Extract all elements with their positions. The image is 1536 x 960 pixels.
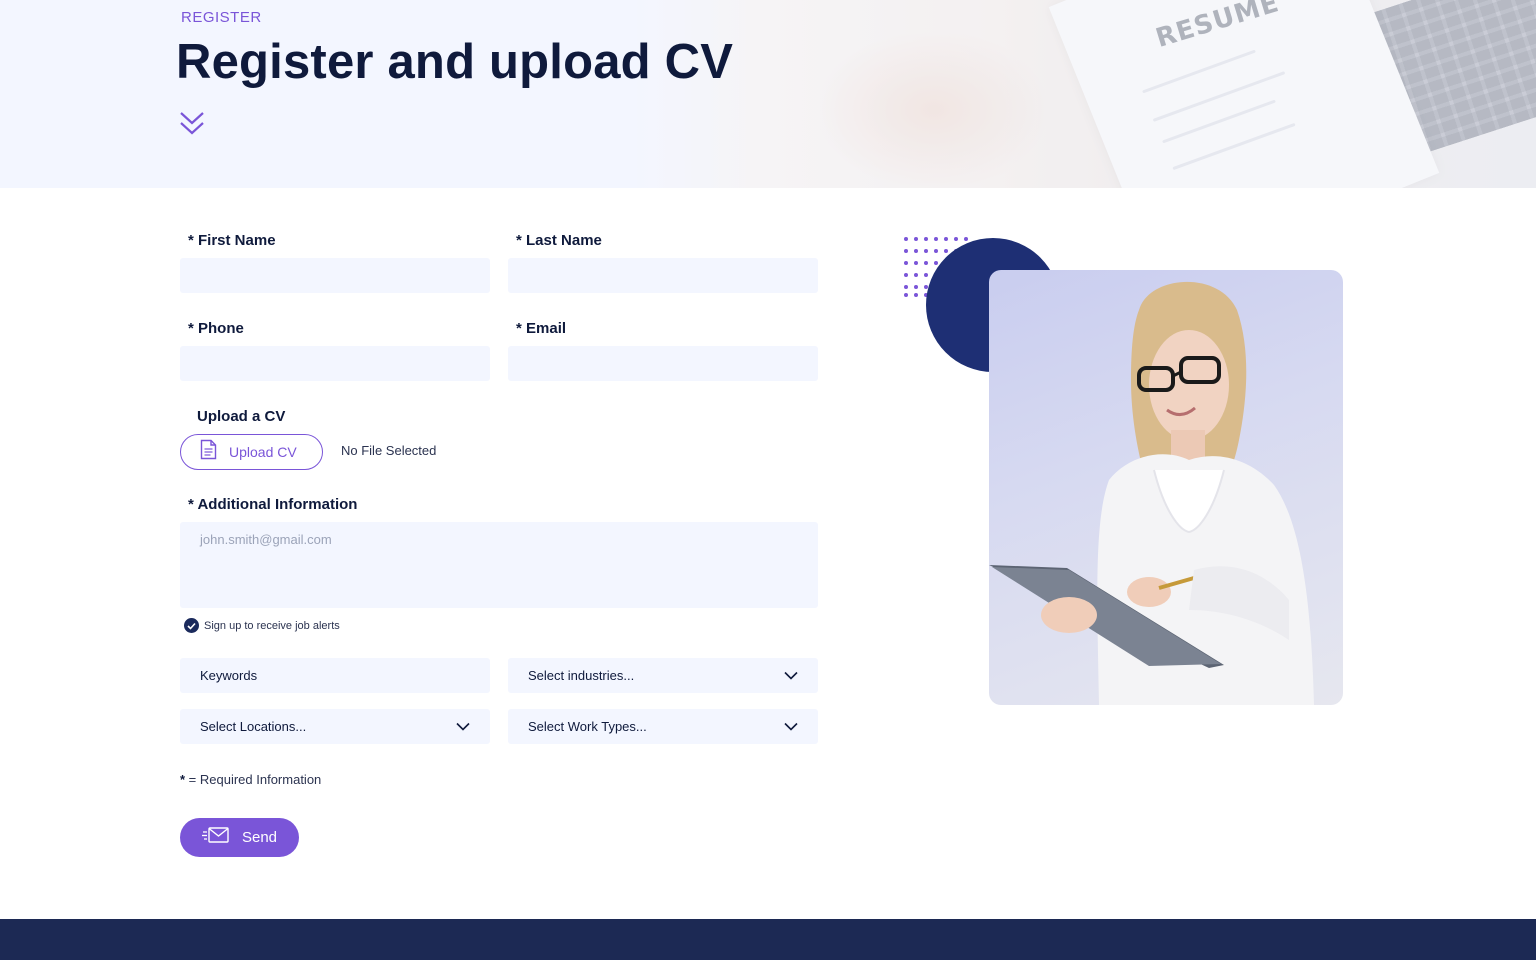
email-label: * Email (516, 320, 567, 337)
additional-info-label: * Additional Information (188, 496, 358, 513)
keywords-label: Keywords (200, 668, 258, 683)
chevron-down-icon (784, 719, 798, 734)
work-types-select[interactable]: Select Work Types... (508, 709, 818, 744)
upload-cv-button-label: Upload CV (229, 444, 297, 460)
breadcrumb-eyebrow: REGISTER (181, 9, 262, 26)
last-name-input[interactable] (508, 258, 818, 293)
locations-select[interactable]: Select Locations... (180, 709, 490, 744)
industries-select[interactable]: Select industries... (508, 658, 818, 693)
upload-cv-button[interactable]: Upload CV (180, 434, 323, 470)
chevron-down-icon (784, 668, 798, 683)
keywords-input[interactable]: Keywords (180, 658, 490, 693)
work-types-select-label: Select Work Types... (528, 719, 647, 734)
first-name-input[interactable] (180, 258, 490, 293)
required-note-text: = Required Information (185, 772, 322, 787)
envelope-send-icon (201, 826, 230, 849)
page-footer (0, 919, 1536, 960)
first-name-label: * First Name (188, 232, 276, 249)
send-button[interactable]: Send (180, 818, 299, 857)
phone-input[interactable] (180, 346, 490, 381)
job-alerts-label: Sign up to receive job alerts (204, 619, 340, 632)
woman-with-clipboard-photo (989, 270, 1343, 705)
send-button-label: Send (241, 829, 278, 846)
hero-background-photo: RESUME (634, 0, 1536, 188)
file-status-text: No File Selected (341, 443, 437, 458)
industries-select-label: Select industries... (528, 668, 635, 683)
page-title: Register and upload CV (176, 35, 734, 89)
last-name-label: * Last Name (516, 232, 602, 249)
document-icon (200, 439, 217, 465)
checkmark-icon (184, 618, 199, 633)
page-hero: RESUME REGISTER Register and upload CV (0, 0, 1536, 188)
chevron-down-icon (456, 719, 470, 734)
locations-select-label: Select Locations... (200, 719, 307, 734)
double-chevron-down-icon[interactable] (179, 110, 205, 138)
job-alerts-checkbox[interactable]: Sign up to receive job alerts (184, 618, 340, 633)
additional-info-textarea[interactable] (180, 522, 818, 608)
upload-cv-label: Upload a CV (197, 408, 286, 425)
phone-label: * Phone (188, 320, 244, 337)
required-info-note: * = Required Information (180, 772, 321, 787)
email-input[interactable] (508, 346, 818, 381)
